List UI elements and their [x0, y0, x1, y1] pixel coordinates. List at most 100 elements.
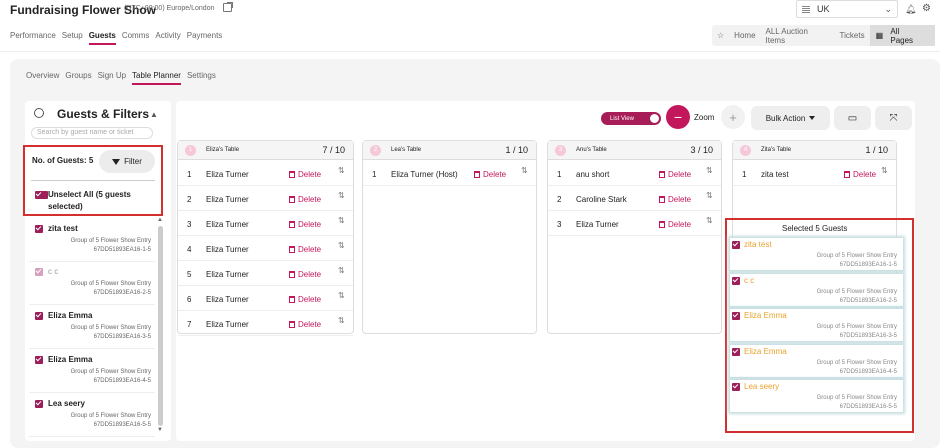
zoom-in-button[interactable]: + — [721, 105, 745, 129]
guest-details: Group of 5 Flower Show Entry 67DD51893EA1… — [71, 412, 151, 430]
nav-item-guests[interactable]: Guests — [88, 31, 116, 45]
scroll-up-icon[interactable]: ▲ — [157, 217, 163, 223]
nav-item-payments[interactable]: Payments — [187, 31, 223, 45]
guest-name: Eliza Emma — [48, 355, 93, 364]
fullscreen-icon: ⤧ — [889, 112, 898, 124]
table-name: Zita's Table — [761, 147, 792, 153]
zoom-out-button[interactable]: − — [666, 105, 690, 129]
checkbox-icon[interactable] — [35, 312, 43, 320]
delete-label: Delete — [668, 195, 692, 204]
sort-handle-icon[interactable]: ⇅ — [706, 216, 713, 225]
checkbox-icon[interactable] — [732, 241, 740, 249]
layout-view-button[interactable]: ▭ — [834, 106, 871, 130]
list-view-toggle[interactable]: List View — [601, 112, 661, 125]
guest-list-item[interactable]: c c Group of 5 Flower Show Entry 67DD51893… — [29, 265, 155, 305]
checkbox-icon[interactable] — [35, 400, 43, 408]
external-link-icon[interactable] — [223, 2, 233, 12]
delete-button[interactable]: Delete — [659, 195, 691, 204]
quick-link-auction[interactable]: ALL Auction Items — [761, 27, 835, 45]
guest-list-scrollbar[interactable] — [158, 226, 163, 426]
seated-guest-name: Eliza Turner — [206, 195, 249, 204]
zoom-label: Zoom — [694, 113, 715, 122]
sort-handle-icon[interactable]: ⇅ — [338, 266, 345, 275]
fullscreen-button[interactable]: ⤧ — [875, 106, 912, 130]
table-number-badge: 1 — [185, 145, 196, 156]
scroll-down-icon[interactable]: ▼ — [157, 427, 163, 433]
unselect-all-label: Unselect All (5 guests selected) — [48, 190, 131, 211]
delete-button[interactable]: Delete — [289, 270, 321, 279]
checkbox-icon[interactable] — [732, 277, 740, 285]
delete-label: Delete — [483, 170, 507, 179]
sort-handle-icon[interactable]: ⇅ — [338, 241, 345, 250]
checkbox-icon[interactable] — [732, 348, 740, 356]
selected-guest-card[interactable]: c c Group of 5 Flower Show Entry 67DD51893… — [730, 274, 903, 306]
quick-link-home[interactable]: Home — [729, 31, 760, 40]
delete-button[interactable]: Delete — [289, 220, 321, 229]
nav-item-performance[interactable]: Performance — [10, 31, 56, 45]
delete-button[interactable]: Delete — [659, 220, 691, 229]
gear-icon[interactable]: ⚙ — [922, 3, 931, 14]
tab-table-planner[interactable]: Table Planner — [132, 71, 181, 85]
sort-handle-icon[interactable]: ⇅ — [338, 316, 345, 325]
sort-handle-icon[interactable]: ⇅ — [338, 166, 345, 175]
selected-guest-card[interactable]: Lea seery Group of 5 Flower Show Entry 67D… — [730, 380, 903, 412]
bulk-action-button[interactable]: Bulk Action — [751, 106, 830, 130]
row-number: 2 — [187, 195, 192, 204]
delete-button[interactable]: Delete — [289, 245, 321, 254]
sort-handle-icon[interactable]: ⇅ — [706, 166, 713, 175]
filter-button[interactable]: Filter — [99, 150, 155, 173]
nav-item-activity[interactable]: Activity — [155, 31, 180, 45]
delete-button[interactable]: Delete — [289, 320, 321, 329]
delete-button[interactable]: Delete — [289, 170, 321, 179]
guest-code: 67DD51893EA16-2-5 — [839, 298, 897, 304]
selected-guest-card[interactable]: zita test Group of 5 Flower Show Entry 67D… — [730, 238, 903, 270]
checkbox-icon[interactable] — [35, 225, 43, 233]
star-icon[interactable]: ☆ — [712, 31, 729, 40]
table-row: 4 Eliza Turner Delete ⇅ — [178, 236, 353, 261]
sort-handle-icon[interactable]: ⇅ — [521, 166, 528, 175]
sort-handle-icon[interactable]: ⇅ — [706, 191, 713, 200]
sort-handle-icon[interactable]: ⇅ — [338, 216, 345, 225]
selected-guest-card[interactable]: Eliza Emma Group of 5 Flower Show Entry 67… — [730, 309, 903, 341]
checkbox-icon[interactable] — [35, 356, 43, 364]
tab-settings[interactable]: Settings — [187, 71, 216, 85]
filter-label: Filter — [124, 157, 142, 166]
sort-handle-icon[interactable]: ⇅ — [338, 291, 345, 300]
collapse-circle-icon[interactable] — [34, 108, 44, 118]
checkbox-icon[interactable] — [35, 268, 43, 276]
guest-list-item[interactable]: Lea seery Group of 5 Flower Show Entry 67D… — [29, 397, 155, 437]
guest-search-input[interactable]: Search by guest name or ticket — [31, 127, 153, 139]
sort-handle-icon[interactable]: ⇅ — [881, 166, 888, 175]
delete-label: Delete — [668, 220, 692, 229]
delete-button[interactable]: Delete — [474, 170, 506, 179]
delete-button[interactable]: Delete — [844, 170, 876, 179]
row-number: 3 — [557, 220, 562, 229]
guest-list-item[interactable]: Eliza Emma Group of 5 Flower Show Entry 67… — [29, 353, 155, 393]
delete-label: Delete — [853, 170, 877, 179]
nav-item-setup[interactable]: Setup — [62, 31, 83, 45]
selected-guest-card[interactable]: Eliza Emma Group of 5 Flower Show Entry 67… — [730, 345, 903, 377]
tab-groups[interactable]: Groups — [65, 71, 91, 85]
selected-guest-name: Eliza Emma — [744, 347, 787, 356]
delete-button[interactable]: Delete — [289, 195, 321, 204]
chevron-up-icon[interactable]: ▲ — [150, 110, 158, 119]
delete-button[interactable]: Delete — [289, 295, 321, 304]
guest-group: Group of 5 Flower Show Entry — [70, 238, 151, 244]
seated-guest-name: Eliza Turner — [206, 170, 249, 179]
guest-list-item[interactable]: Eliza Emma Group of 5 Flower Show Entry 67… — [29, 309, 155, 349]
sort-handle-icon[interactable]: ⇅ — [338, 191, 345, 200]
all-pages-button[interactable]: ▦ All Pages — [869, 25, 935, 46]
country-select[interactable]: UK ⌄ — [796, 0, 898, 18]
delete-button[interactable]: Delete — [659, 170, 691, 179]
unselect-all-checkbox[interactable]: Unselect All (5 guests selected) — [35, 189, 155, 213]
nav-item-comms[interactable]: Comms — [122, 31, 150, 45]
checkbox-icon[interactable] — [732, 312, 740, 320]
table-capacity: 7 / 10 — [322, 145, 345, 155]
delete-label: Delete — [298, 245, 322, 254]
tab-sign-up[interactable]: Sign Up — [98, 71, 126, 85]
tab-overview[interactable]: Overview — [26, 71, 59, 85]
bell-icon[interactable]: 🔔︎ — [905, 4, 916, 15]
quick-link-tickets[interactable]: Tickets — [835, 31, 870, 40]
guest-list-item[interactable]: zita test Group of 5 Flower Show Entry 67D… — [29, 222, 155, 262]
checkbox-icon[interactable] — [732, 383, 740, 391]
